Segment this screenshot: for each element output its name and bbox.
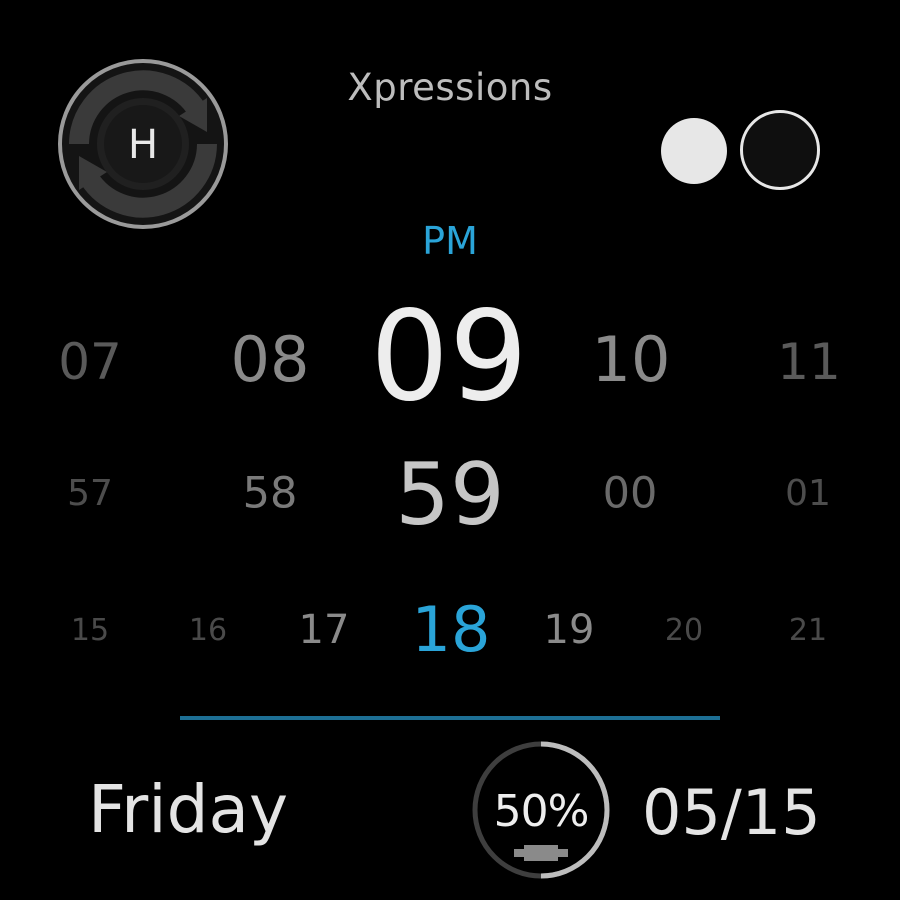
selected-second[interactable]: 18 <box>412 599 491 661</box>
hour-option[interactable]: 08 <box>231 329 310 391</box>
hour-option[interactable]: 07 <box>58 337 122 387</box>
minute-option[interactable]: 01 <box>785 476 831 512</box>
second-option[interactable]: 20 <box>665 616 703 646</box>
minute-option[interactable]: 58 <box>243 472 298 516</box>
hour-option[interactable]: 11 <box>777 337 841 387</box>
second-option[interactable]: 15 <box>71 616 109 646</box>
day-label: Friday <box>88 771 289 848</box>
battery-percentage: 50% <box>493 786 590 837</box>
selected-hour[interactable]: 09 <box>370 295 528 419</box>
logo-letter: H <box>128 122 158 168</box>
second-option[interactable]: 16 <box>189 616 227 646</box>
minute-option[interactable]: 00 <box>603 472 658 516</box>
divider <box>180 716 720 720</box>
h-logo-button[interactable]: H <box>57 58 229 230</box>
ampm-label[interactable]: PM <box>422 219 478 263</box>
app-title: Xpressions <box>347 66 553 109</box>
second-option[interactable]: 21 <box>789 616 827 646</box>
second-option[interactable]: 17 <box>299 610 350 650</box>
date-label: 05/15 <box>642 776 821 849</box>
h-logo-icon: H <box>58 59 228 229</box>
theme-dark-toggle[interactable] <box>740 110 820 190</box>
hour-option[interactable]: 10 <box>592 329 671 391</box>
second-option[interactable]: 19 <box>544 610 595 650</box>
minute-option[interactable]: 57 <box>67 476 113 512</box>
theme-light-toggle[interactable] <box>661 118 727 184</box>
selected-minute[interactable]: 59 <box>395 452 504 538</box>
